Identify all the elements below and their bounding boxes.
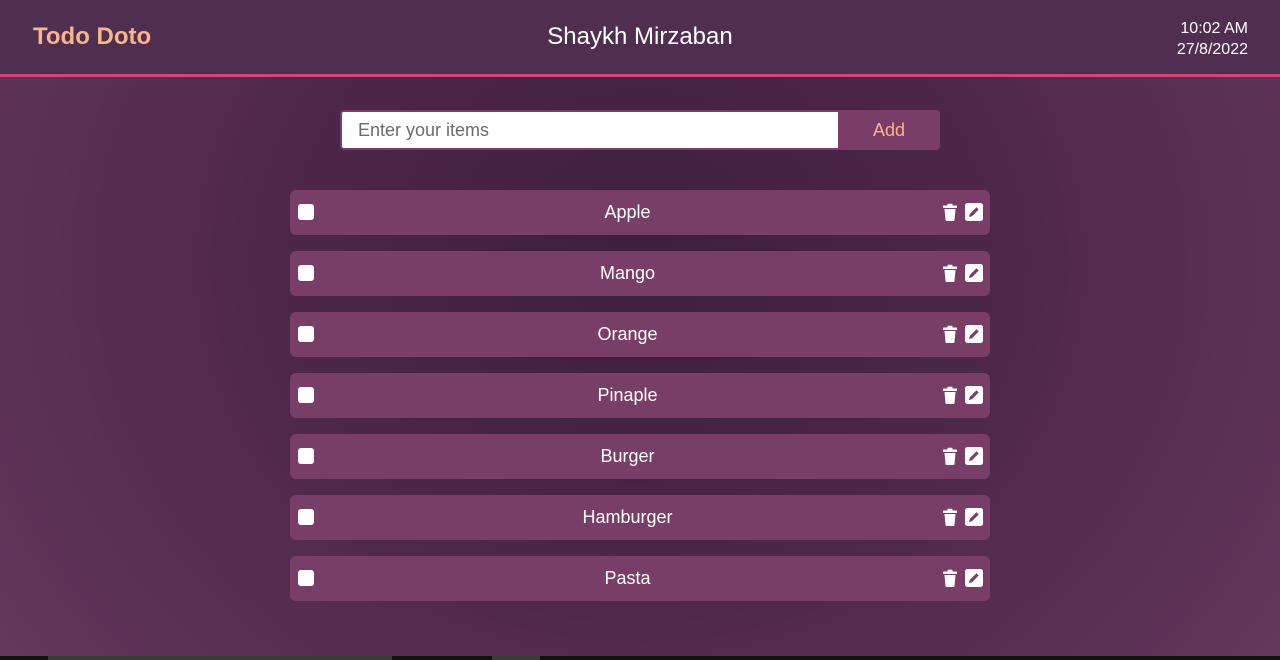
- trash-icon[interactable]: [941, 508, 959, 526]
- todo-item: Burger: [290, 434, 990, 479]
- todo-text: Hamburger: [582, 507, 673, 527]
- todo-item: Hamburger: [290, 495, 990, 540]
- scrollbar-thumb-secondary[interactable]: [492, 656, 540, 660]
- todo-checkbox[interactable]: [298, 204, 314, 220]
- add-item-form: Add: [340, 110, 940, 150]
- todo-checkbox[interactable]: [298, 387, 314, 403]
- todo-checkbox[interactable]: [298, 570, 314, 586]
- horizontal-scrollbar[interactable]: [0, 656, 1280, 660]
- todo-checkbox[interactable]: [298, 448, 314, 464]
- clock-date: 27/8/2022: [1176, 41, 1248, 58]
- todo-checkbox[interactable]: [298, 326, 314, 342]
- edit-icon[interactable]: [965, 508, 983, 526]
- user-name: Shaykh Mirzaban: [547, 23, 733, 50]
- todo-item: Orange: [290, 312, 990, 357]
- todo-item: Pinaple: [290, 373, 990, 418]
- todo-text: Apple: [604, 202, 651, 222]
- trash-icon[interactable]: [941, 386, 959, 404]
- trash-icon[interactable]: [941, 447, 959, 465]
- todo-text: Burger: [600, 446, 655, 466]
- edit-icon[interactable]: [965, 325, 983, 343]
- todo-checkbox[interactable]: [298, 265, 314, 281]
- todo-text: Mango: [599, 263, 656, 283]
- todo-item: Mango: [290, 251, 990, 296]
- scrollbar-thumb[interactable]: [48, 656, 392, 660]
- todo-checkbox[interactable]: [298, 509, 314, 525]
- edit-icon[interactable]: [965, 203, 983, 221]
- clock: 10:02 AM 27/8/2022: [1177, 18, 1248, 60]
- edit-icon[interactable]: [965, 447, 983, 465]
- todo-text: Pasta: [604, 568, 651, 588]
- top-bar: Todo Doto Shaykh Mirzaban 10:02 AM 27/8/…: [0, 0, 1280, 77]
- trash-icon[interactable]: [941, 569, 959, 587]
- todo-text: Orange: [597, 324, 658, 344]
- add-button[interactable]: Add: [838, 110, 940, 150]
- todo-item: Pasta: [290, 556, 990, 601]
- clock-time: 10:02 AM: [1180, 20, 1248, 37]
- todo-text: Pinaple: [597, 385, 658, 405]
- todo-item: Apple: [290, 190, 990, 235]
- todo-list: Apple Mango Orange Pinaple Burger Hambur…: [290, 190, 990, 617]
- edit-icon[interactable]: [965, 386, 983, 404]
- trash-icon[interactable]: [941, 325, 959, 343]
- trash-icon[interactable]: [941, 264, 959, 282]
- item-input[interactable]: [340, 110, 838, 150]
- edit-icon[interactable]: [965, 264, 983, 282]
- edit-icon[interactable]: [965, 569, 983, 587]
- trash-icon[interactable]: [941, 203, 959, 221]
